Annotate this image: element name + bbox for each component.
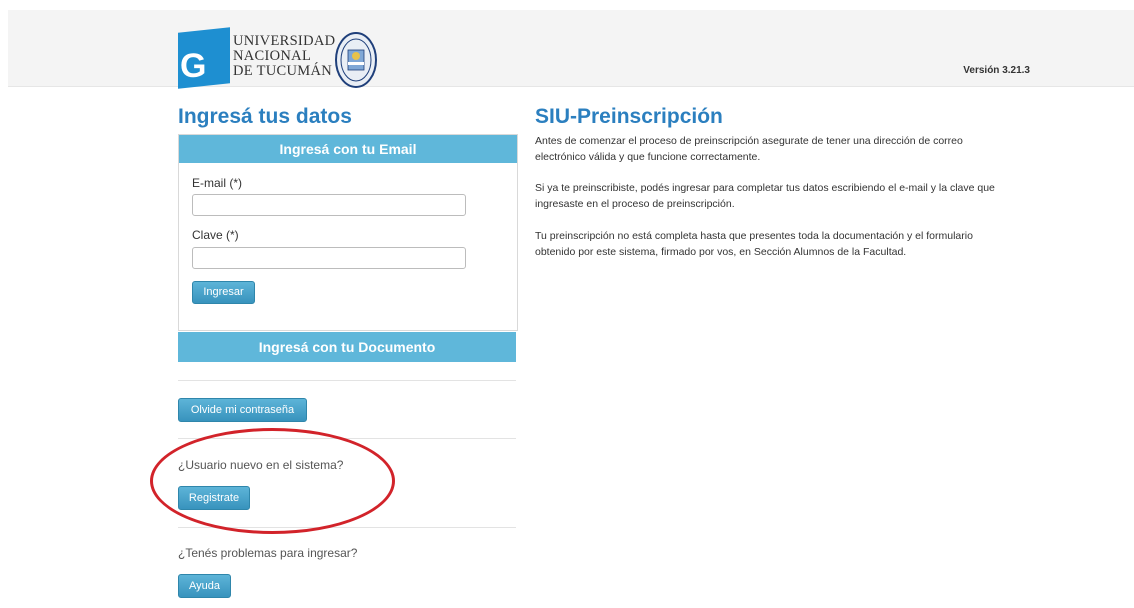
divider: [178, 380, 516, 381]
logo-line-1: UNIVERSIDAD: [233, 33, 336, 49]
password-label: Clave (*): [192, 228, 239, 242]
info-paragraph-2: Si ya te preinscribiste, podés ingresar …: [535, 182, 995, 210]
university-seal-icon: [335, 32, 377, 88]
header-bar: G UNIVERSIDAD NACIONAL DE TUCUMÁN Versió…: [8, 10, 1134, 89]
annotation-oval: [150, 428, 395, 534]
info-title: SIU-Preinscripción: [535, 105, 723, 128]
email-login-panel: Ingresá con tu Email E-mail (*) Clave (*…: [178, 134, 518, 331]
logo-line-3: DE TUCUMÁN: [233, 63, 332, 79]
document-panel-header[interactable]: Ingresá con tu Documento: [178, 332, 516, 362]
forgot-password-button[interactable]: Olvide mi contraseña: [178, 398, 307, 422]
info-paragraph-3: Tu preinscripción no está completa hasta…: [535, 230, 973, 258]
version-label: Versión 3.21.3: [963, 65, 1030, 76]
email-label: E-mail (*): [192, 176, 242, 190]
password-input[interactable]: [192, 247, 466, 269]
university-logo[interactable]: G UNIVERSIDAD NACIONAL DE TUCUMÁN: [178, 22, 378, 89]
login-title: Ingresá tus datos: [178, 105, 352, 128]
logo-letter: G: [180, 47, 207, 86]
email-panel-header[interactable]: Ingresá con tu Email: [179, 135, 517, 163]
info-paragraph-1: Antes de comenzar el proceso de preinscr…: [535, 135, 963, 163]
logo-mark: G: [178, 27, 230, 89]
email-input[interactable]: [192, 194, 466, 216]
logo-wordmark: UNIVERSIDAD NACIONAL DE TUCUMÁN: [233, 34, 335, 79]
logo-line-2: NACIONAL: [233, 48, 312, 64]
login-submit-button[interactable]: Ingresar: [192, 281, 255, 304]
help-button[interactable]: Ayuda: [178, 574, 231, 598]
help-question: ¿Tenés problemas para ingresar?: [178, 546, 358, 560]
